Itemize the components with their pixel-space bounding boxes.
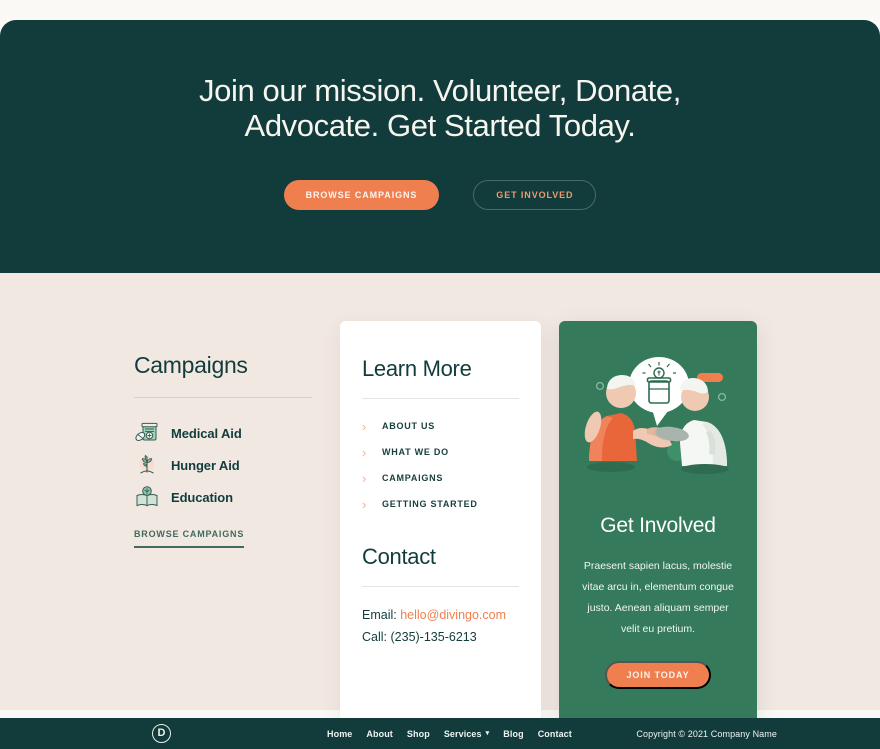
campaign-item-hunger-aid[interactable]: Hunger Aid (134, 449, 312, 481)
medicine-kit-icon (135, 422, 158, 441)
footer-nav-item-services[interactable]: Services ▾ (444, 729, 489, 739)
learn-more-link-label: WHAT WE DO (382, 447, 449, 457)
learn-more-list: › ABOUT US › WHAT WE DO › CAMPAIGNS › GE… (362, 413, 519, 517)
campaigns-heading: Campaigns (134, 352, 248, 378)
footer-nav-item-shop[interactable]: Shop (407, 729, 430, 739)
hero-title-line-1: Join our mission. Volunteer, Donate, (199, 73, 681, 108)
contact-email-link[interactable]: hello@divingo.com (400, 608, 506, 622)
campaign-label: Medical Aid (171, 425, 242, 441)
footer-nav-label: Contact (537, 728, 572, 739)
campaign-item-education[interactable]: Education (134, 481, 312, 513)
footer-nav: Home About Shop Services ▾ Blog Contact (327, 718, 572, 749)
learn-more-card: Learn More › ABOUT US › WHAT WE DO › CAM… (340, 321, 541, 749)
divi-logo-icon[interactable]: D (152, 724, 171, 743)
campaigns-list: Medical Aid Hunger Aid Education (134, 417, 312, 513)
browse-campaigns-button[interactable]: BROWSE CAMPAIGNS (283, 180, 440, 211)
footer-nav-item-contact[interactable]: Contact (538, 729, 572, 739)
footer-nav-item-home[interactable]: Home (327, 729, 352, 739)
campaign-label: Hunger Aid (171, 457, 240, 473)
footer-bar: D Home About Shop Services ▾ Blog Contact… (0, 718, 880, 749)
contact-heading: Contact (362, 544, 436, 569)
footer-nav-label: Blog (503, 728, 524, 739)
handshake-donation-illustration (559, 331, 757, 501)
hero-title: Join our mission. Volunteer, Donate, Adv… (130, 73, 750, 143)
learn-more-link-campaigns[interactable]: › CAMPAIGNS (362, 465, 519, 491)
plant-sprout-icon (139, 455, 155, 474)
learn-more-link-label: CAMPAIGNS (382, 473, 444, 483)
learn-more-divider (362, 398, 519, 399)
contact-divider (362, 586, 519, 587)
campaigns-divider (134, 397, 312, 398)
join-today-button[interactable]: JOIN TODAY (605, 661, 711, 689)
learn-more-link-label: GETTING STARTED (382, 499, 478, 509)
chevron-right-icon: › (362, 470, 367, 486)
chevron-right-icon: › (362, 418, 367, 434)
chevron-right-icon: › (362, 496, 367, 512)
learn-more-link-about-us[interactable]: › ABOUT US (362, 413, 519, 439)
chevron-down-icon: ▾ (485, 730, 490, 737)
get-involved-button[interactable]: GET INVOLVED (473, 180, 597, 211)
chevron-right-icon: › (362, 444, 367, 460)
learn-more-link-getting-started[interactable]: › GETTING STARTED (362, 491, 519, 517)
footer-nav-label: About (366, 728, 393, 739)
footer-nav-item-blog[interactable]: Blog (503, 729, 523, 739)
contact-details: Email: hello@divingo.com Call: (235)-135… (362, 604, 519, 648)
contact-phone-row: Call: (235)-135-6213 (362, 626, 519, 648)
learn-more-link-label: ABOUT US (382, 421, 435, 431)
contact-email-row: Email: hello@divingo.com (362, 604, 519, 626)
footer-nav-label: Home (327, 728, 353, 739)
learn-more-link-what-we-do[interactable]: › WHAT WE DO (362, 439, 519, 465)
get-involved-title: Get Involved (600, 514, 716, 537)
campaign-label: Education (171, 489, 233, 505)
learn-more-heading: Learn More (362, 356, 472, 381)
footer-nav-label: Services (443, 728, 482, 739)
get-involved-body: Praesent sapien lacus, molestie vitae ar… (582, 560, 734, 635)
hero-title-line-2: Advocate. Get Started Today. (244, 107, 636, 143)
main-content: Campaigns Medical Aid Hunger Aid Educati… (0, 273, 880, 749)
contact-phone-label: Call: (362, 630, 388, 644)
get-involved-card: Get Involved Praesent sapien lacus, mole… (559, 321, 757, 749)
hero-button-group: BROWSE CAMPAIGNS GET INVOLVED (283, 180, 597, 211)
footer-nav-item-about[interactable]: About (366, 729, 393, 739)
footer-copyright: Copyright © 2021 Company Name (636, 728, 777, 739)
browse-campaigns-link[interactable]: BROWSE CAMPAIGNS (134, 529, 245, 548)
contact-email-label: Email: (362, 608, 397, 622)
contact-phone-value: (235)-135-6213 (390, 630, 477, 644)
hero-section: Join our mission. Volunteer, Donate, Adv… (0, 20, 880, 273)
page-root: Join our mission. Volunteer, Donate, Adv… (0, 0, 880, 749)
campaigns-column: Campaigns Medical Aid Hunger Aid Educati… (134, 352, 312, 548)
campaign-item-medical-aid[interactable]: Medical Aid (134, 417, 312, 449)
footer-nav-label: Shop (406, 728, 430, 739)
open-book-icon (136, 486, 158, 507)
